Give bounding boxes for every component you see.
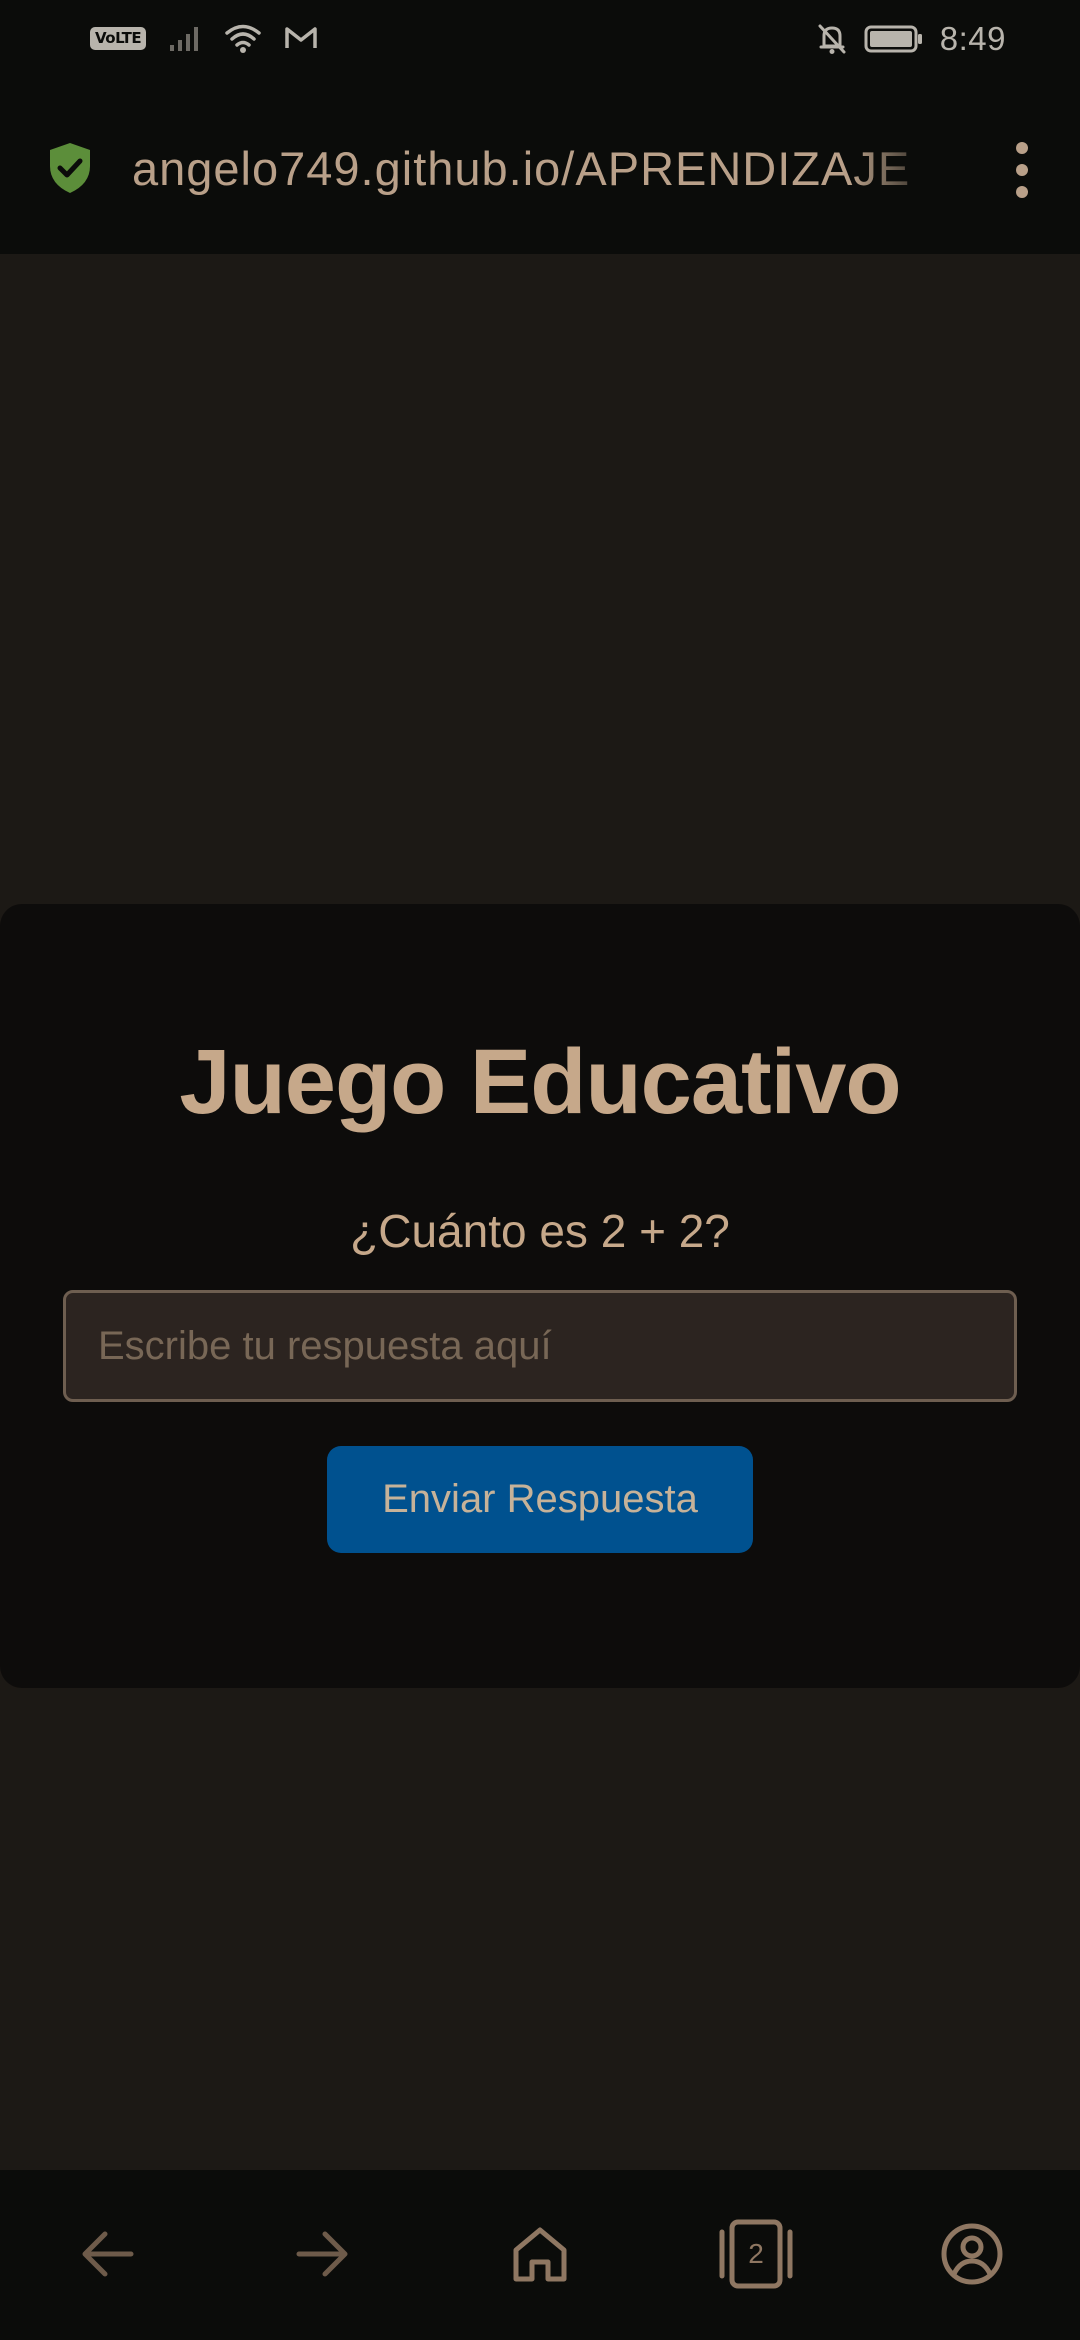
account-icon <box>941 2223 1003 2285</box>
status-right-icons: 8:49 <box>816 20 1006 58</box>
battery-icon <box>864 25 922 53</box>
forward-button[interactable] <box>283 2214 363 2294</box>
address-bar: angelo749.github.io/APRENDIZAJE <box>0 84 1080 254</box>
volte-badge: VoLTE <box>90 26 147 50</box>
more-vert-icon[interactable] <box>1004 142 1040 198</box>
page-content: Juego Educativo ¿Cuánto es 2 + 2? <box>0 254 1080 2170</box>
tab-count: 2 <box>748 2238 764 2269</box>
home-icon <box>513 2227 567 2282</box>
bottom-nav: 2 <box>0 2170 1080 2340</box>
wifi-icon <box>225 24 261 53</box>
status-bar: VoLTE 8:49 <box>0 0 1080 84</box>
page-title: Juego Educativo <box>179 1031 901 1133</box>
status-left-icons: VoLTE <box>90 22 318 54</box>
shield-check-icon[interactable] <box>46 141 94 195</box>
submit-answer-button[interactable]: Enviar Respuesta <box>327 1446 753 1553</box>
mute-notifications-icon <box>818 24 846 54</box>
forward-icon <box>296 2231 348 2277</box>
tabs-button[interactable]: 2 <box>716 2214 796 2294</box>
gmail-icon <box>285 27 317 48</box>
answer-input[interactable] <box>63 1290 1017 1402</box>
home-button[interactable] <box>500 2214 580 2294</box>
url-text: angelo749.github.io/APRENDIZAJE <box>132 142 911 195</box>
status-time: 8:49 <box>939 20 1006 57</box>
account-button[interactable] <box>932 2214 1012 2294</box>
signal-icon <box>170 27 199 51</box>
question-text: ¿Cuánto es 2 + 2? <box>350 1205 730 1257</box>
back-button[interactable] <box>67 2214 147 2294</box>
back-icon <box>82 2231 134 2277</box>
url-field[interactable]: angelo749.github.io/APRENDIZAJE <box>132 134 948 204</box>
